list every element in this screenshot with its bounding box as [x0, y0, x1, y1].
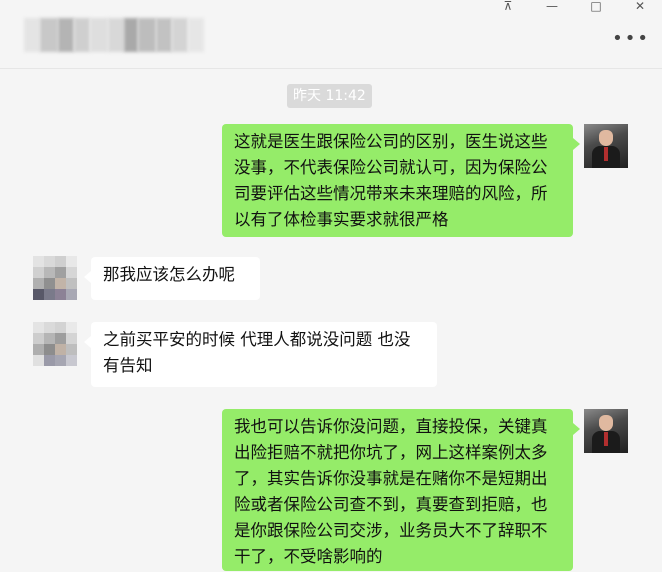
pin-icon[interactable]: ⊼	[486, 0, 530, 14]
avatar-other[interactable]	[33, 322, 77, 366]
avatar-self[interactable]	[584, 409, 628, 453]
message-other-2[interactable]: 之前买平安的时候 代理人都说没问题 也没有告知	[84, 322, 437, 387]
message-text: 这就是医生跟保险公司的区别，医生说这些没事，不代表保险公司就认可，因为保险公司要…	[234, 132, 548, 229]
avatar-self[interactable]	[584, 124, 628, 168]
close-icon[interactable]: ✕	[618, 0, 662, 14]
contact-name-blurred	[24, 18, 204, 52]
window-controls: ⊼ — □ ✕	[486, 0, 662, 14]
message-other-1[interactable]: 那我应该怎么办呢	[84, 257, 260, 300]
avatar-other[interactable]	[33, 256, 77, 300]
message-text: 我也可以告诉你没问题，直接投保，关键真出险拒赔不就把你坑了，网上这样案例太多了，…	[234, 417, 548, 566]
chat-header: ⊼ — □ ✕ •••	[0, 0, 662, 69]
minimize-icon[interactable]: —	[530, 0, 574, 14]
message-self-2[interactable]: 我也可以告诉你没问题，直接投保，关键真出险拒赔不就把你坑了，网上这样案例太多了，…	[222, 409, 580, 571]
maximize-icon[interactable]: □	[574, 0, 618, 14]
message-self-1[interactable]: 这就是医生跟保险公司的区别，医生说这些没事，不代表保险公司就认可，因为保险公司要…	[222, 124, 580, 237]
message-text: 之前买平安的时候 代理人都说没问题 也没有告知	[103, 330, 411, 375]
timestamp: 昨天 11:42	[287, 84, 372, 108]
message-text: 那我应该怎么办呢	[103, 265, 235, 284]
more-icon[interactable]: •••	[612, 28, 650, 49]
